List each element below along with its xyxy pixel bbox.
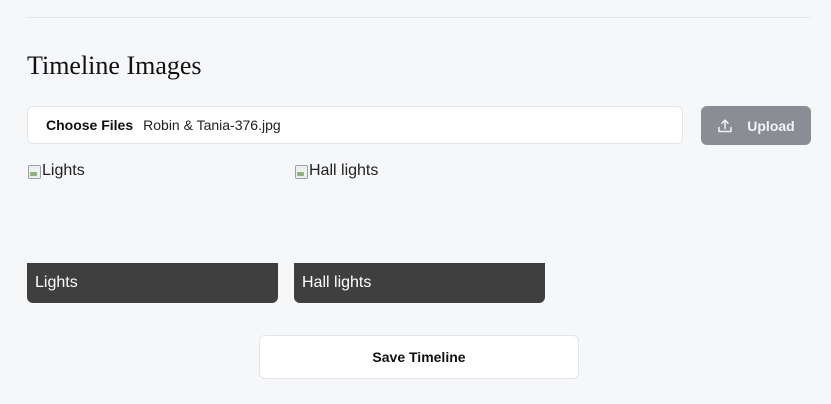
choose-files-button[interactable]: Choose Files	[46, 117, 133, 133]
save-timeline-button[interactable]: Save Timeline	[259, 335, 579, 379]
upload-label: Upload	[747, 117, 795, 134]
image-alt-text: Lights	[42, 162, 85, 179]
top-divider	[27, 17, 811, 18]
broken-image-icon	[294, 163, 308, 179]
image-caption: Lights	[27, 263, 278, 303]
timeline-image: Hall lights	[294, 162, 378, 180]
upload-button[interactable]: Upload	[701, 106, 811, 145]
image-caption: Hall lights	[294, 263, 545, 303]
file-input[interactable]: Choose Files Robin & Tania-376.jpg	[27, 106, 683, 144]
selected-file-name: Robin & Tania-376.jpg	[143, 117, 281, 133]
upload-icon	[717, 118, 733, 134]
timeline-image-card[interactable]: Hall lights Hall lights	[294, 162, 545, 303]
section-title: Timeline Images	[27, 51, 202, 80]
broken-image-icon	[27, 163, 41, 179]
timeline-image-card[interactable]: Lights Lights	[27, 162, 278, 303]
timeline-image: Lights	[27, 162, 85, 180]
image-alt-text: Hall lights	[309, 162, 379, 179]
